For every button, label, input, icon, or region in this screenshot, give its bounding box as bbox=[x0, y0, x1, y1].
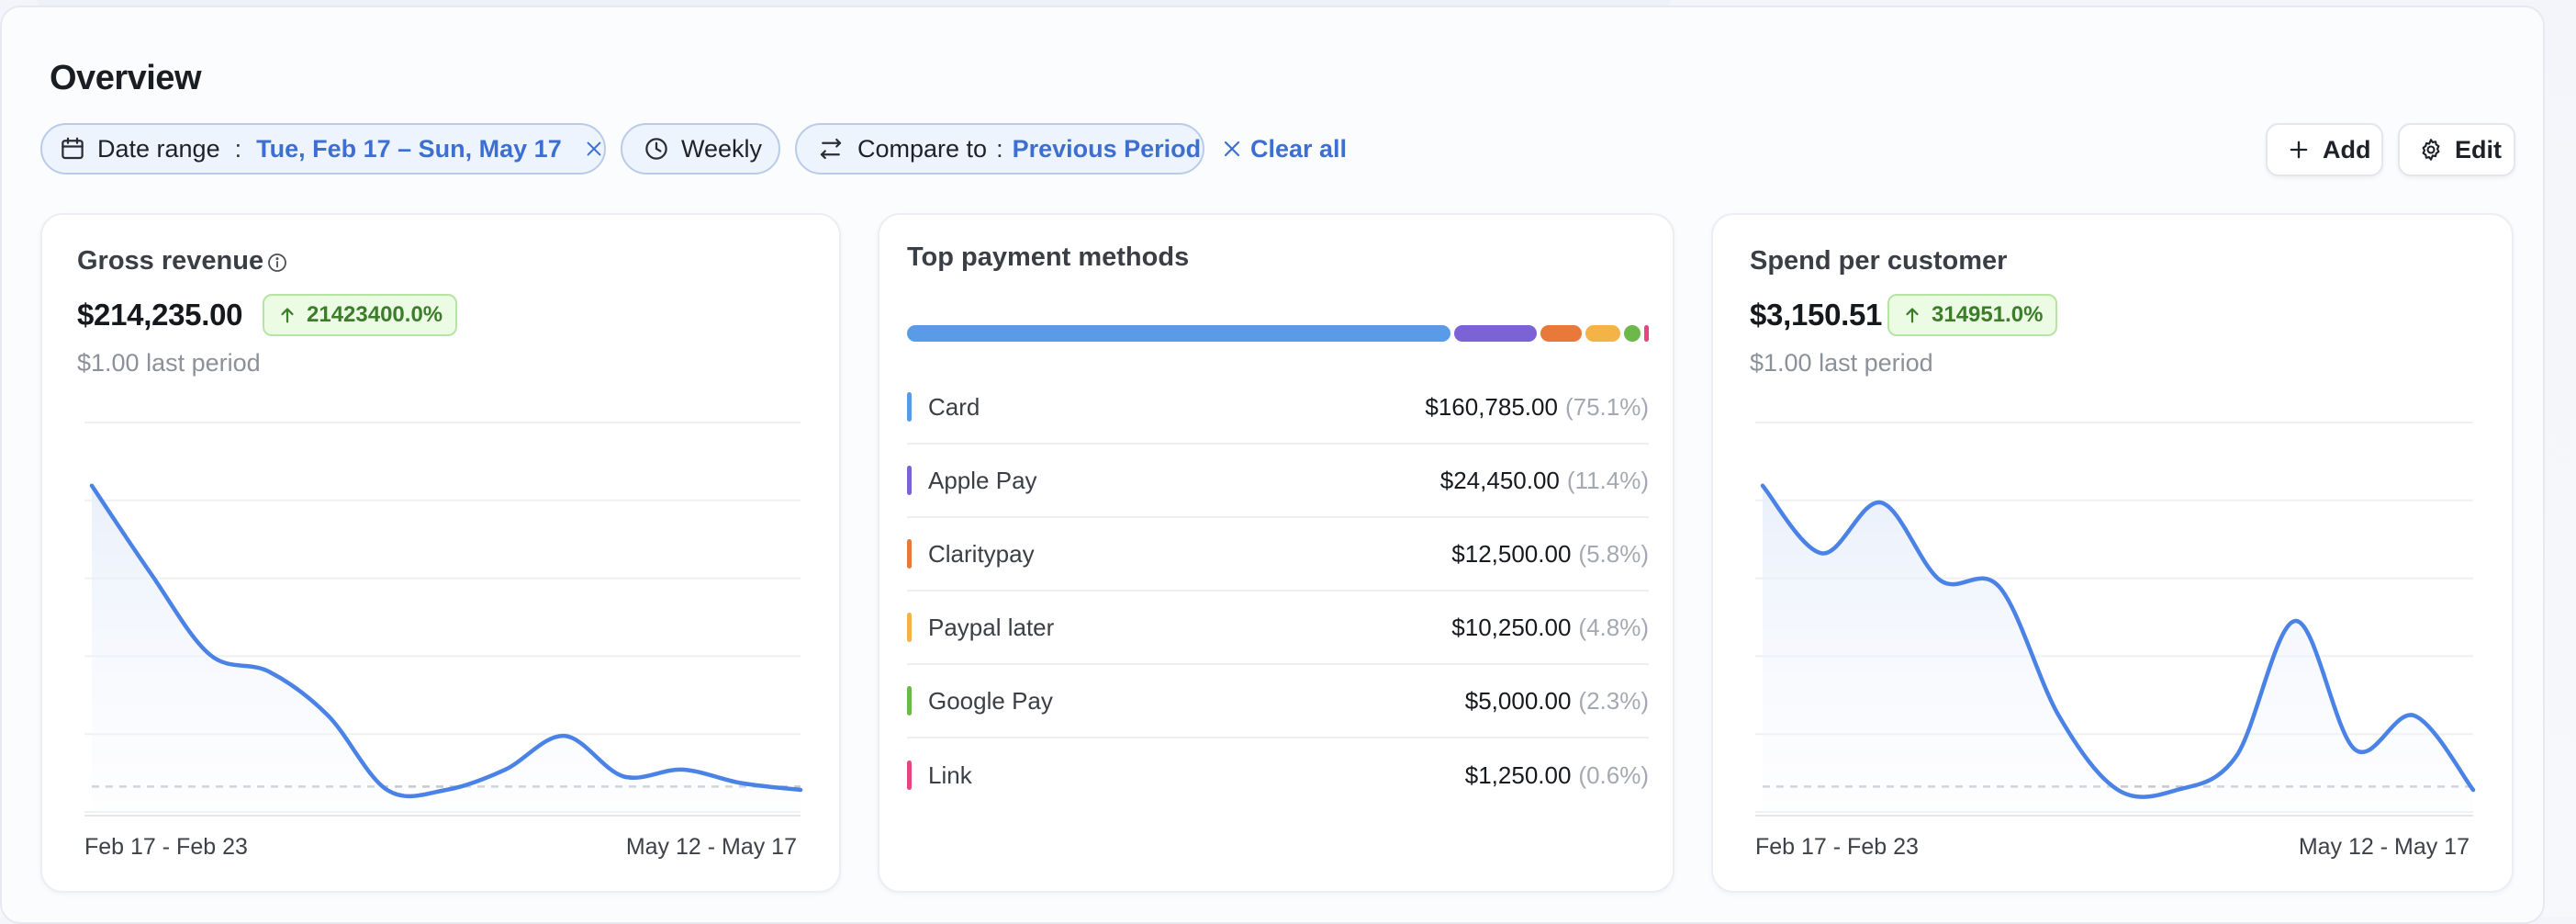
plus-icon bbox=[2286, 137, 2312, 163]
area-fill bbox=[92, 485, 801, 812]
payment-method-color-indicator bbox=[907, 761, 912, 790]
clock-icon bbox=[643, 135, 670, 163]
payment-share-bar bbox=[907, 325, 1649, 342]
payment-method-amount: $12,500.00 bbox=[1451, 539, 1572, 568]
payment-methods-card[interactable]: Top payment methods Card $160,785.00 (75.1… bbox=[878, 213, 1674, 893]
payment-share-segment[interactable] bbox=[1453, 325, 1537, 342]
add-button[interactable]: Add bbox=[2266, 123, 2383, 176]
payment-share-segment[interactable] bbox=[1624, 325, 1641, 342]
gross-revenue-card[interactable]: Gross revenue $214,235.00 21423400.0% $1… bbox=[40, 213, 841, 893]
interval-label: Weekly bbox=[681, 134, 763, 163]
compare-filter[interactable]: Compare to : Previous Period bbox=[795, 123, 1204, 175]
payment-method-row[interactable]: Paypal later $10,250.00 (4.8%) bbox=[907, 592, 1649, 665]
clear-all-button[interactable]: Clear all bbox=[1221, 132, 1347, 165]
area-fill bbox=[1763, 485, 2473, 812]
date-range-filter[interactable]: Date range : Tue, Feb 17 – Sun, May 17 bbox=[40, 123, 606, 175]
edit-label: Edit bbox=[2455, 135, 2502, 163]
payment-share-segment[interactable] bbox=[907, 325, 1450, 342]
payment-method-row[interactable]: Card $160,785.00 (75.1%) bbox=[907, 371, 1649, 445]
payment-method-row[interactable]: Link $1,250.00 (0.6%) bbox=[907, 738, 1649, 812]
card-title: Top payment methods bbox=[907, 242, 1190, 272]
payment-method-name: Apple Pay bbox=[928, 466, 1037, 494]
payment-share-segment[interactable] bbox=[1585, 325, 1621, 342]
edit-button[interactable]: Edit bbox=[2398, 123, 2515, 176]
compare-label: Compare to bbox=[857, 134, 988, 163]
payment-share-segment[interactable] bbox=[1540, 325, 1583, 342]
x-axis-start-label: Feb 17 - Feb 23 bbox=[1755, 834, 1919, 860]
payment-share-segment[interactable] bbox=[1644, 325, 1649, 342]
x-axis-start-label: Feb 17 - Feb 23 bbox=[84, 834, 248, 860]
clear-all-label: Clear all bbox=[1250, 134, 1348, 163]
payment-method-amount: $1,250.00 bbox=[1464, 761, 1572, 789]
page-title: Overview bbox=[50, 59, 202, 97]
calendar-icon bbox=[59, 135, 86, 163]
compare-value: Previous Period bbox=[1012, 134, 1202, 163]
payment-method-amount: $10,250.00 bbox=[1451, 613, 1572, 641]
payment-method-amount: $5,000.00 bbox=[1464, 686, 1572, 715]
payment-method-name: Claritypay bbox=[928, 539, 1035, 568]
payment-method-name: Card bbox=[928, 392, 980, 421]
swap-arrows-icon bbox=[817, 135, 845, 163]
payment-method-amount: $24,450.00 bbox=[1439, 466, 1560, 494]
interval-filter[interactable]: Weekly bbox=[621, 123, 780, 175]
payment-method-color-indicator bbox=[907, 466, 912, 495]
date-range-value: Tue, Feb 17 – Sun, May 17 bbox=[256, 134, 562, 163]
payment-method-row[interactable]: Google Pay $5,000.00 (2.3%) bbox=[907, 665, 1649, 738]
spend-per-customer-card[interactable]: Spend per customer $3,150.51 314951.0% $… bbox=[1711, 213, 2514, 893]
payment-method-color-indicator bbox=[907, 392, 912, 422]
spend-per-customer-line-chart bbox=[1755, 422, 2476, 817]
date-range-label: Date range bbox=[97, 134, 220, 163]
payment-method-color-indicator bbox=[907, 539, 912, 569]
payment-method-color-indicator bbox=[907, 686, 912, 716]
add-label: Add bbox=[2323, 135, 2371, 163]
payment-method-row[interactable]: Apple Pay $24,450.00 (11.4%) bbox=[907, 445, 1649, 518]
close-icon bbox=[1221, 138, 1243, 160]
clear-date-range-icon[interactable] bbox=[584, 139, 604, 159]
date-range-separator: : bbox=[234, 134, 242, 163]
payment-method-name: Paypal later bbox=[928, 613, 1055, 641]
payment-method-percent: (11.4%) bbox=[1566, 466, 1649, 494]
x-axis-end-label: May 12 - May 17 bbox=[2298, 834, 2470, 860]
payment-method-name: Link bbox=[928, 761, 972, 789]
gross-revenue-line-chart bbox=[84, 422, 803, 817]
payment-method-percent: (4.8%) bbox=[1578, 613, 1649, 641]
x-axis-end-label: May 12 - May 17 bbox=[625, 834, 797, 860]
payment-method-percent: (2.3%) bbox=[1578, 686, 1649, 715]
payment-method-name: Google Pay bbox=[928, 686, 1053, 715]
compare-separator: : bbox=[996, 134, 1003, 163]
payment-method-percent: (5.8%) bbox=[1578, 539, 1649, 568]
payment-method-color-indicator bbox=[907, 613, 912, 642]
payment-method-amount: $160,785.00 bbox=[1425, 392, 1558, 421]
overview-panel: Overview Date range : Tue, Feb 17 – Sun,… bbox=[0, 6, 2545, 924]
payment-method-percent: (75.1%) bbox=[1564, 392, 1649, 421]
payment-method-row[interactable]: Claritypay $12,500.00 (5.8%) bbox=[907, 518, 1649, 592]
gear-icon bbox=[2418, 137, 2444, 163]
payment-method-percent: (0.6%) bbox=[1578, 761, 1649, 789]
